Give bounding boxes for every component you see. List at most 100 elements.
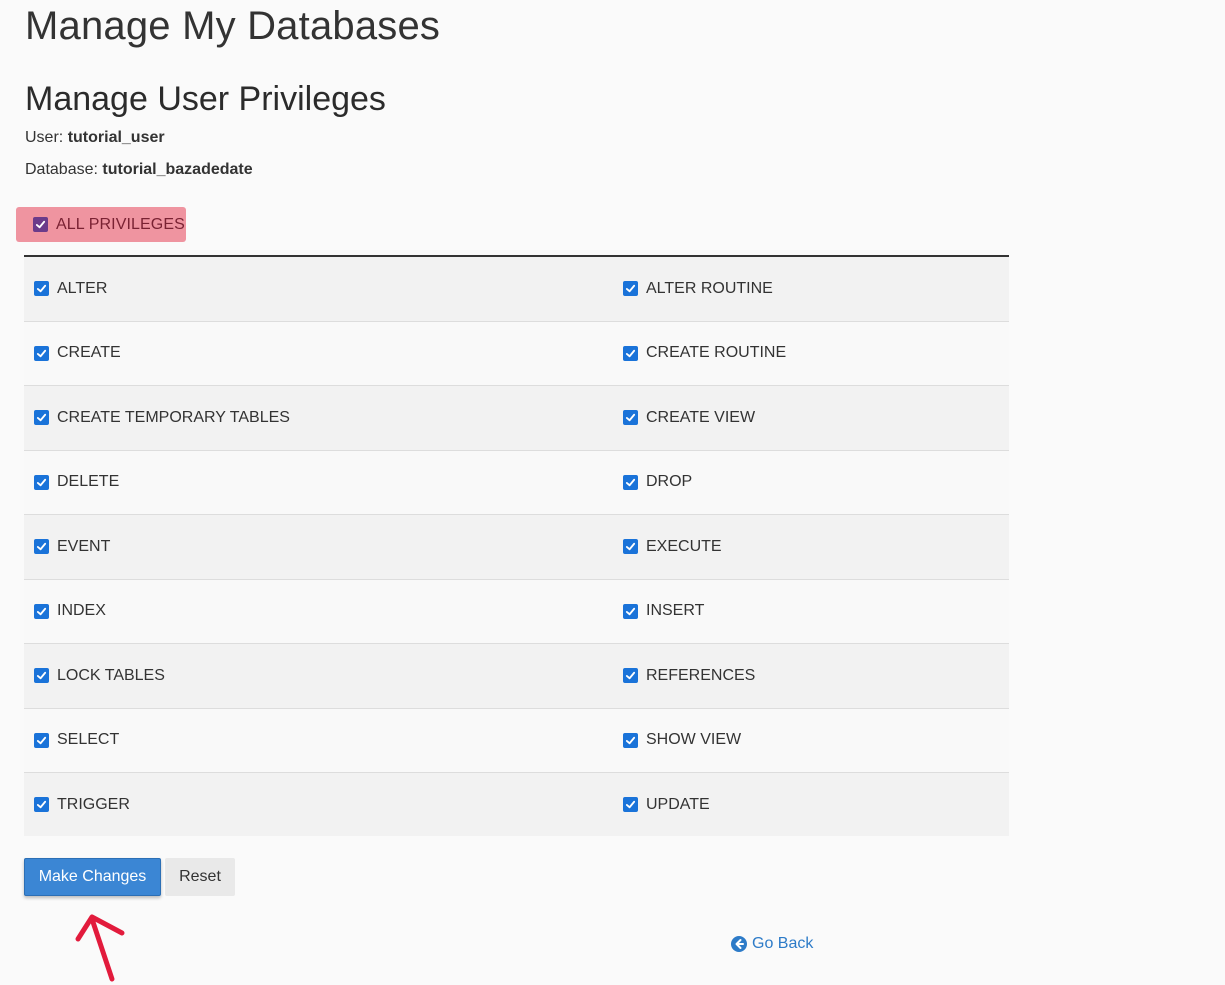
privilege-checkbox[interactable]: SELECT bbox=[24, 709, 613, 773]
database-value: tutorial_bazadedate bbox=[102, 161, 253, 178]
database-label: Database: bbox=[25, 161, 98, 178]
checkmark-icon[interactable] bbox=[34, 281, 49, 297]
privileges-table: ALTER ALTER ROUTINE CREATE CREATE ROUTINE CR… bbox=[24, 255, 1009, 836]
privilege-label: CREATE bbox=[57, 344, 121, 362]
checkmark-icon[interactable] bbox=[34, 539, 49, 555]
checkmark-glyph bbox=[625, 285, 636, 293]
privilege-checkbox[interactable]: CREATE bbox=[24, 322, 613, 386]
privilege-label: CREATE VIEW bbox=[646, 408, 756, 426]
checkmark-glyph bbox=[625, 736, 636, 744]
privilege-label: EXECUTE bbox=[646, 537, 722, 555]
checkmark-icon[interactable] bbox=[623, 539, 638, 555]
checkmark-icon[interactable] bbox=[34, 345, 49, 361]
table-row: CREATE CREATE ROUTINE bbox=[24, 321, 1009, 386]
checkmark-icon[interactable] bbox=[623, 410, 638, 426]
privilege-label: UPDATE bbox=[646, 795, 710, 813]
red-arrow-annotation-icon bbox=[75, 914, 125, 982]
go-back-label[interactable]: Go Back bbox=[752, 935, 813, 953]
user-info: User: tutorial_user bbox=[25, 128, 165, 148]
checkmark-icon[interactable] bbox=[34, 603, 49, 619]
privilege-checkbox[interactable]: INSERT bbox=[613, 580, 1009, 644]
privilege-checkbox[interactable]: EVENT bbox=[24, 515, 613, 579]
checkmark-glyph bbox=[36, 672, 47, 680]
privilege-checkbox[interactable]: EXECUTE bbox=[613, 515, 1009, 579]
checkmark-icon[interactable] bbox=[623, 345, 638, 361]
privilege-checkbox[interactable]: ALTER bbox=[24, 257, 613, 321]
checkmark-glyph bbox=[625, 543, 636, 551]
checkmark-glyph bbox=[36, 478, 47, 486]
privilege-checkbox[interactable]: TRIGGER bbox=[24, 773, 613, 836]
privilege-checkbox[interactable]: DROP bbox=[613, 451, 1009, 515]
go-back-link[interactable]: Go Back bbox=[731, 935, 813, 953]
privilege-checkbox[interactable]: CREATE TEMPORARY TABLES bbox=[24, 386, 613, 450]
privilege-label: LOCK TABLES bbox=[57, 666, 165, 684]
table-row: LOCK TABLES REFERENCES bbox=[24, 644, 1009, 709]
user-label: User: bbox=[25, 129, 64, 146]
privilege-checkbox[interactable]: UPDATE bbox=[613, 773, 1009, 836]
checkmark-glyph bbox=[36, 349, 47, 357]
checkmark-glyph bbox=[36, 543, 47, 551]
checkmark-icon[interactable] bbox=[34, 668, 49, 684]
make-changes-button[interactable]: Make Changes bbox=[24, 858, 161, 896]
privilege-label: ALTER ROUTINE bbox=[646, 279, 773, 297]
privilege-checkbox[interactable]: LOCK TABLES bbox=[24, 644, 613, 708]
table-row: SELECT SHOW VIEW bbox=[24, 708, 1009, 773]
privilege-checkbox[interactable]: SHOW VIEW bbox=[613, 709, 1009, 773]
manage-privileges-page: Manage My Databases Manage User Privileg… bbox=[0, 0, 1225, 985]
table-row: INDEX INSERT bbox=[24, 579, 1009, 644]
privilege-checkbox[interactable]: CREATE VIEW bbox=[613, 386, 1009, 450]
checkmark-icon[interactable] bbox=[623, 668, 638, 684]
page-title: Manage My Databases bbox=[25, 4, 441, 48]
privilege-label: REFERENCES bbox=[646, 666, 756, 684]
checkmark-glyph bbox=[625, 800, 636, 809]
checkmark-glyph bbox=[625, 349, 636, 357]
table-row: CREATE TEMPORARY TABLES CREATE VIEW bbox=[24, 386, 1009, 451]
checkmark-icon[interactable] bbox=[34, 797, 49, 812]
checkmark-icon[interactable] bbox=[33, 217, 48, 232]
privilege-label: EVENT bbox=[57, 537, 111, 555]
privilege-label: INDEX bbox=[57, 602, 106, 620]
privilege-label: TRIGGER bbox=[57, 795, 130, 813]
privilege-label: SHOW VIEW bbox=[646, 731, 742, 749]
reset-button[interactable]: Reset bbox=[165, 858, 235, 896]
checkmark-icon[interactable] bbox=[623, 474, 638, 490]
privilege-label: DELETE bbox=[57, 473, 120, 491]
checkmark-glyph bbox=[625, 672, 636, 680]
privilege-label: CREATE TEMPORARY TABLES bbox=[57, 408, 290, 426]
table-row: EVENT EXECUTE bbox=[24, 515, 1009, 580]
privilege-label: DROP bbox=[646, 473, 693, 491]
all-privileges-checkbox[interactable]: ALL PRIVILEGES bbox=[16, 207, 186, 242]
checkmark-glyph bbox=[625, 414, 636, 422]
checkmark-icon[interactable] bbox=[623, 797, 638, 812]
checkmark-glyph bbox=[36, 285, 47, 293]
privilege-checkbox[interactable]: CREATE ROUTINE bbox=[613, 322, 1009, 386]
checkmark-icon[interactable] bbox=[623, 281, 638, 297]
privilege-checkbox[interactable]: ALTER ROUTINE bbox=[613, 257, 1009, 321]
checkmark-glyph bbox=[625, 607, 636, 615]
privilege-label: CREATE ROUTINE bbox=[646, 344, 787, 362]
section-title: Manage User Privileges bbox=[25, 80, 386, 118]
checkmark-glyph bbox=[36, 800, 47, 809]
table-row: TRIGGER UPDATE bbox=[24, 773, 1009, 836]
table-row: DELETE DROP bbox=[24, 450, 1009, 515]
checkmark-icon[interactable] bbox=[623, 603, 638, 619]
all-privileges-label: ALL PRIVILEGES bbox=[56, 215, 185, 233]
checkmark-icon[interactable] bbox=[34, 410, 49, 426]
privilege-label: INSERT bbox=[646, 602, 705, 620]
privilege-checkbox[interactable]: INDEX bbox=[24, 580, 613, 644]
checkmark-icon[interactable] bbox=[34, 732, 49, 748]
user-value: tutorial_user bbox=[67, 129, 165, 146]
checkmark-icon[interactable] bbox=[623, 732, 638, 748]
table-row: ALTER ALTER ROUTINE bbox=[24, 257, 1009, 322]
checkmark-glyph bbox=[36, 736, 47, 744]
arrow-circle-left-icon bbox=[731, 936, 747, 952]
checkmark-glyph bbox=[36, 414, 47, 422]
database-info: Database: tutorial_bazadedate bbox=[25, 160, 253, 180]
privilege-checkbox[interactable]: DELETE bbox=[24, 451, 613, 515]
privilege-label: ALTER bbox=[57, 279, 108, 297]
privilege-label: SELECT bbox=[57, 731, 120, 749]
checkmark-glyph bbox=[36, 607, 47, 615]
privilege-checkbox[interactable]: REFERENCES bbox=[613, 644, 1009, 708]
checkmark-icon[interactable] bbox=[34, 474, 49, 490]
checkmark-glyph bbox=[625, 478, 636, 486]
